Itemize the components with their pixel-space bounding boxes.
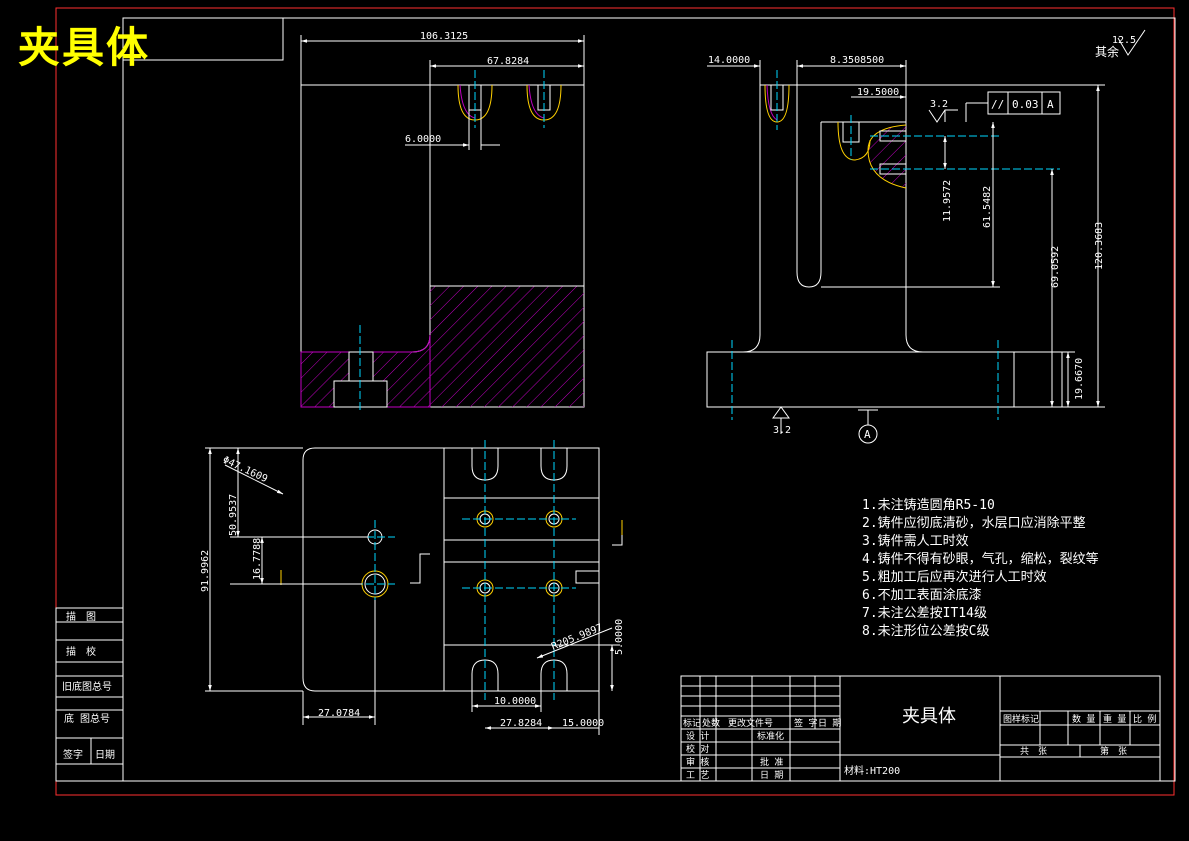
dim-bot-h1: 50.9537 (228, 494, 239, 536)
side-label-0: 描 图 (66, 610, 96, 623)
dim-bot-r: R205.9897 (550, 622, 604, 652)
rh-0: 图样标记 (1003, 713, 1039, 725)
note-1: 1.未注铸造圆角R5-10 (862, 497, 995, 513)
rh-3: 比 例 (1133, 713, 1156, 725)
side-label-5: 日期 (95, 749, 115, 761)
tolerance-datum: A (1047, 98, 1054, 111)
dim-side-left: 14.0000 (708, 55, 750, 66)
note-7: 7.未注公差按IT14级 (862, 606, 987, 621)
side-label-1: 描 校 (66, 645, 96, 658)
dim-v-big: 69.0592 (1050, 246, 1061, 288)
roughness-side: 3.2 (930, 99, 948, 110)
part-name: 夹具体 (902, 706, 956, 727)
rh-2: 重 量 (1103, 713, 1126, 725)
material: 材料:HT200 (844, 764, 900, 777)
side-table: 描 图 描 校 旧底图总号 底 图总号 签字 日期 (55, 607, 124, 782)
dim-v-base: 19.6670 (1074, 358, 1085, 400)
drawing-canvas: 描 图 描 校 旧底图总号 底 图总号 签字 日期 106.3125 67.82… (55, 7, 1176, 796)
approve-label: 批 准 (760, 756, 783, 768)
note-2: 2.铸件应彻底清砂，水层口应消除平整 (862, 515, 1086, 531)
dim-bot-h2: 16.7788 (252, 538, 263, 580)
rh-1: 数 量 (1072, 713, 1095, 725)
sheet-0: 共 张 (1020, 746, 1047, 757)
std-label: 标准化 (757, 730, 784, 742)
title-block: 标记 处数 更改文件号 签 字 日 期 设 计 校 对 审 核 工 艺 标准化 … (680, 675, 1161, 782)
role-3: 工 艺 (686, 770, 709, 781)
note-5: 5.粗加工后应再次进行人工时效 (862, 569, 1047, 585)
role-2: 审 核 (686, 756, 709, 768)
dim-bot-w3: 27.8284 (500, 718, 542, 729)
side-label-4: 签字 (63, 748, 83, 761)
side-label-2: 旧底图总号 (62, 680, 112, 693)
side-label-3: 底 图总号 (64, 712, 110, 725)
roughness-note: 12.5 其余 (1095, 29, 1146, 59)
tolerance-symbol: // (991, 98, 1004, 111)
dim-bot-w2: 10.0000 (494, 696, 536, 707)
roughness-tl-label: 其余 (1095, 44, 1119, 59)
dim-side-inner: 19.5000 (857, 87, 899, 98)
dim-bot-dia: Φ47.1609 (221, 455, 269, 485)
side-view: 14.0000 8.3508500 19.5000 11.9572 61.548… (706, 55, 1105, 444)
dim-bot-w4: 15.0000 (562, 718, 604, 729)
dim-slot-width: 6.0000 (405, 134, 441, 145)
rev-h-3: 签 字 (794, 717, 817, 729)
outer-frame (55, 7, 1175, 796)
rev-h-2: 更改文件号 (728, 717, 773, 729)
front-view: 106.3125 67.8284 6.0000 (300, 31, 585, 410)
dim-bot-w1: 27.0784 (318, 708, 360, 719)
datum-base: A (864, 428, 871, 441)
dim-v-mid: 61.5482 (982, 186, 993, 228)
date-label: 日 期 (760, 770, 783, 781)
note-4: 4.铸件不得有砂眼，气孔，缩松，裂纹等 (862, 551, 1099, 567)
note-3: 3.铸件需人工时效 (862, 533, 969, 549)
sheet-1: 第 张 (1100, 745, 1127, 757)
dim-v-total: 120.3683 (1094, 222, 1105, 270)
rev-h-4: 日 期 (818, 718, 841, 729)
rev-h-1: 处数 (702, 717, 720, 729)
role-0: 设 计 (686, 730, 709, 742)
dim-top-inner: 67.8284 (487, 56, 529, 67)
dim-top-width: 106.3125 (420, 31, 468, 42)
tolerance-value: 0.03 (1012, 98, 1039, 111)
roughness-base: 3.2 (773, 425, 791, 436)
hatch-right (430, 286, 584, 407)
dim-bot-5: 5.0000 (614, 619, 625, 655)
page-title: 夹具体 (18, 23, 151, 72)
dim-v-small: 11.9572 (942, 180, 953, 222)
rev-h-0: 标记 (683, 717, 701, 729)
note-6: 6.不加工表面涂底漆 (862, 587, 982, 603)
bottom-view: 91.9962 50.9537 16.7788 Φ47.1609 R205.98… (200, 440, 625, 735)
tech-notes: 1.未注铸造圆角R5-10 2.铸件应彻底清砂，水层口应消除平整 3.铸件需人工… (862, 497, 1099, 639)
role-1: 校 对 (686, 743, 709, 755)
inner-frame (122, 17, 1176, 782)
note-8: 8.未注形位公差按C级 (862, 624, 989, 639)
dim-side-top: 8.3508500 (830, 55, 884, 66)
dim-bot-total: 91.9962 (200, 550, 211, 592)
